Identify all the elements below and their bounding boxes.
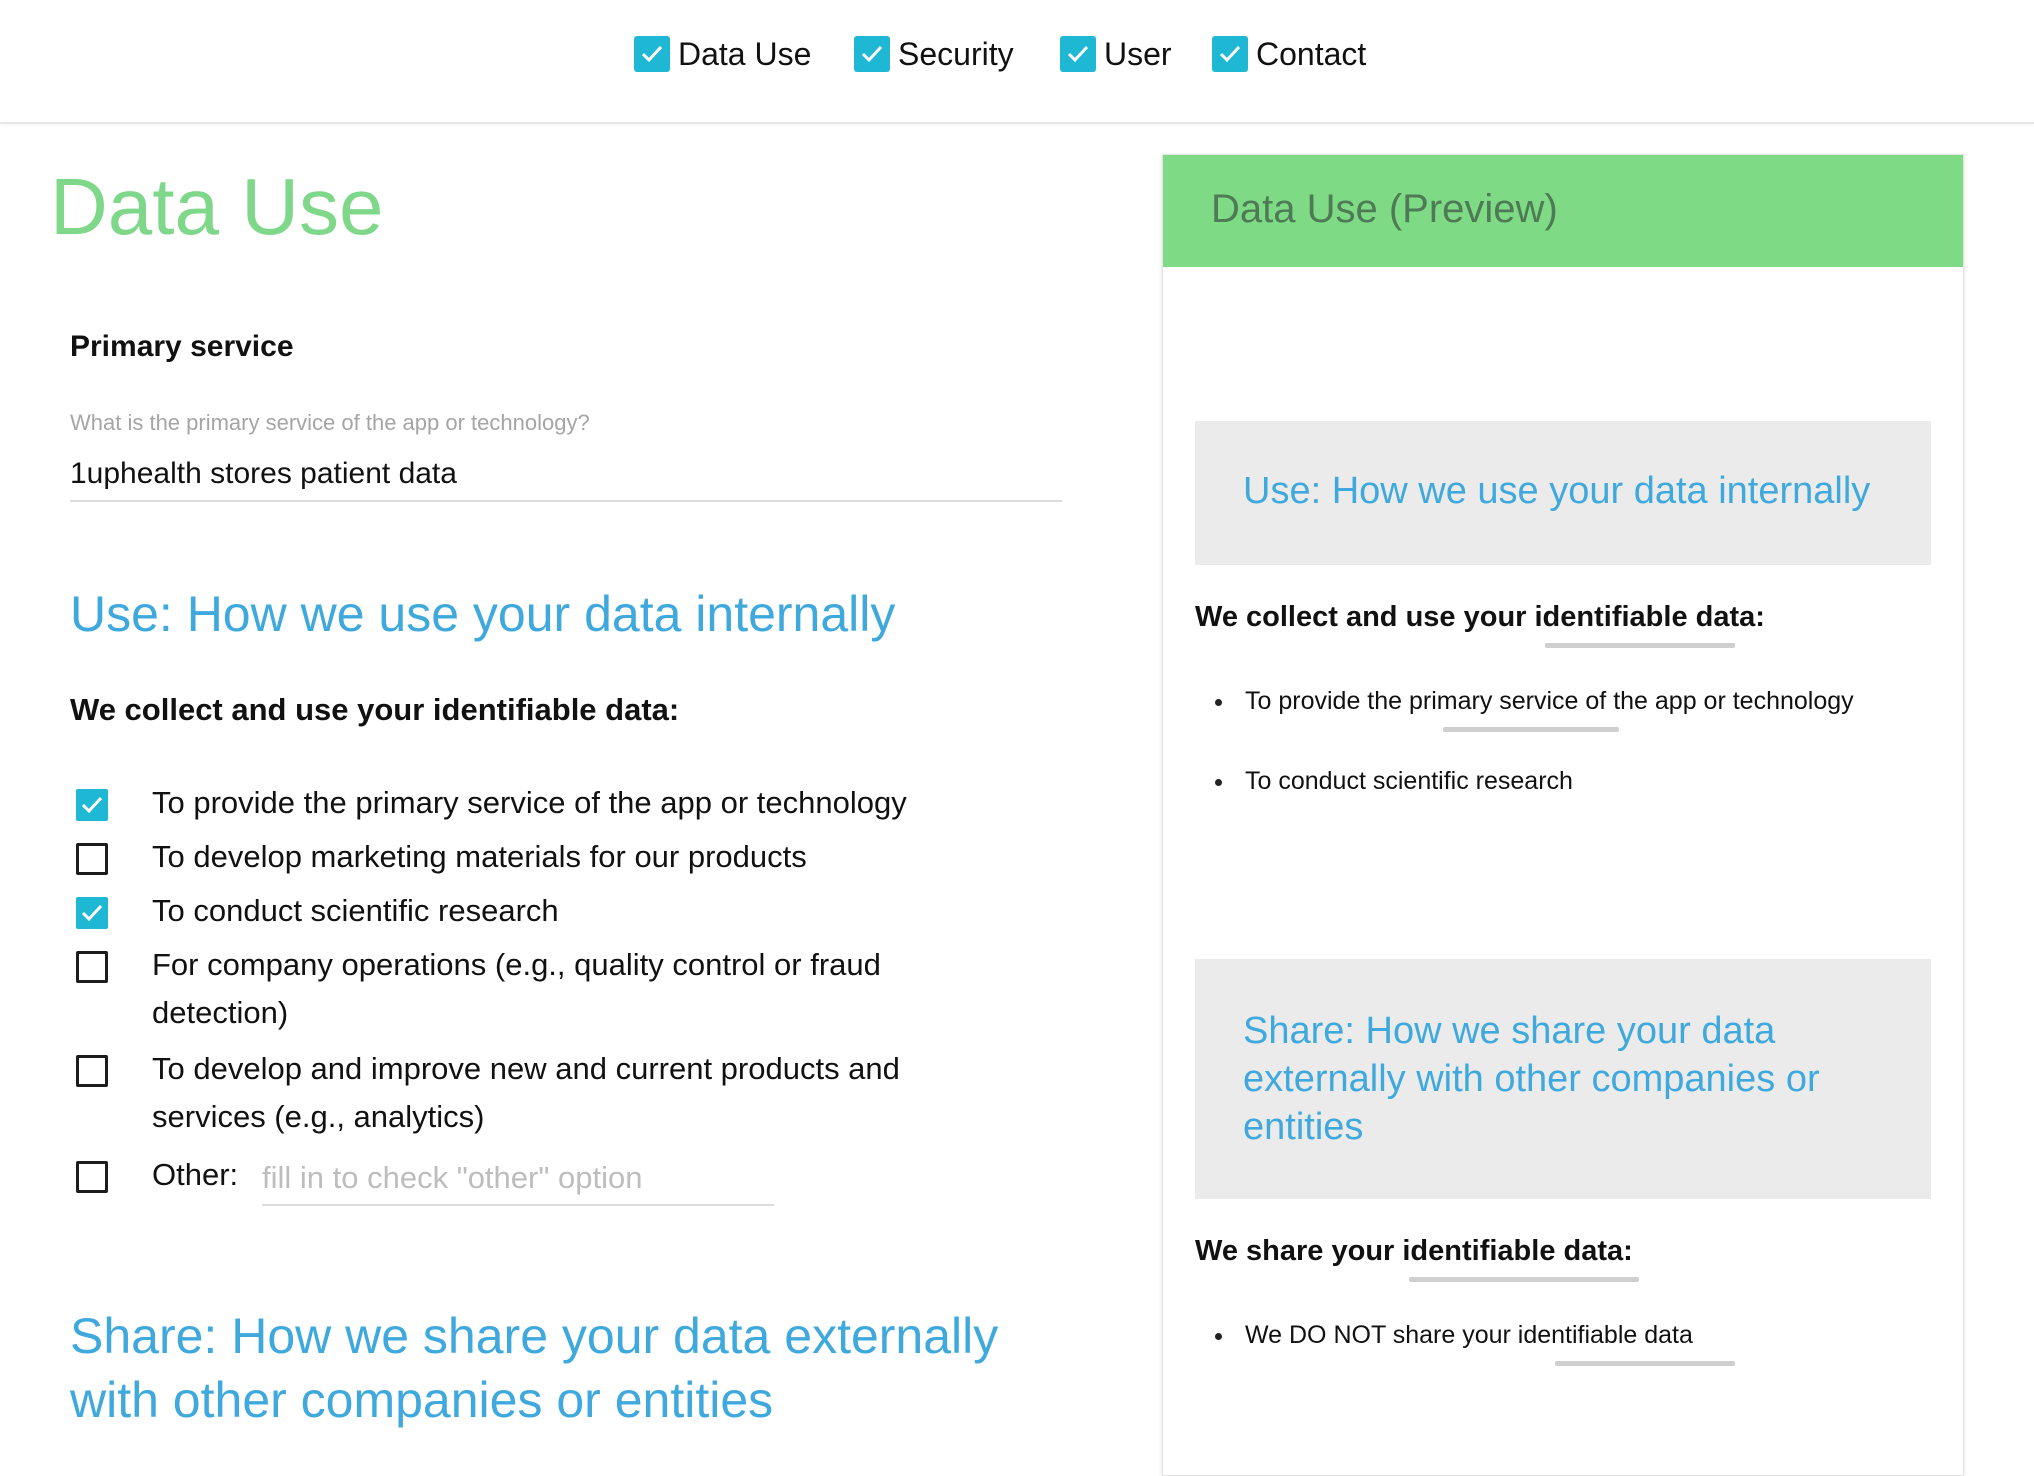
option-label: For company operations (e.g., quality co… [152,947,881,1030]
option-label: To provide the primary service of the ap… [152,785,907,820]
primary-service-hint: What is the primary service of the app o… [70,410,590,435]
top-nav: Data Use Security User Contact [0,0,2034,124]
share-section-heading: Share: How we share your data externally… [70,1308,999,1428]
check-icon [861,45,883,63]
option-label: To develop marketing materials for our p… [152,839,807,874]
option-label: To conduct scientific research [152,893,559,928]
highlight-underline [1555,1361,1735,1366]
highlight-underline [1409,1277,1639,1282]
checkbox[interactable] [76,1055,108,1087]
preview-use-title: Use: How we use your data internally [1243,470,1871,512]
nav-item-security[interactable]: Security [854,34,1014,74]
other-option-input[interactable] [262,1152,774,1206]
nav-label: Security [898,35,1014,72]
nav-item-user[interactable]: User [1060,34,1172,74]
preview-use-bullet: To conduct scientific research [1215,767,1573,795]
check-icon [1067,45,1089,63]
preview-panel: Data Use (Preview) Use: How we use your … [1162,154,1964,1476]
check-icon [81,796,103,814]
highlight-underline [1545,643,1735,648]
other-label: Other: [152,1157,239,1192]
use-option-research[interactable]: To conduct scientific research [76,893,952,935]
use-section-heading: Use: How we use your data internally [70,586,896,642]
nav-checkbox[interactable] [854,36,890,72]
use-option-other[interactable]: Other: [76,1157,252,1199]
preview-share-bullet: We DO NOT share your identifiable data [1215,1321,1693,1349]
check-icon [641,45,663,63]
nav-label: Data Use [678,35,812,72]
checkbox[interactable] [76,951,108,983]
nav-item-data-use[interactable]: Data Use [634,34,811,74]
check-icon [81,904,103,922]
checkbox[interactable] [76,897,108,929]
nav-checkbox[interactable] [1212,36,1248,72]
checkbox[interactable] [76,1161,108,1193]
preview-title: Data Use (Preview) [1211,187,1558,231]
highlight-underline [1443,727,1619,732]
use-option-company-operations[interactable]: For company operations (e.g., quality co… [76,947,912,1037]
primary-service-heading: Primary service [70,330,294,363]
primary-service-input[interactable] [70,448,1062,502]
page-title: Data Use [50,162,384,251]
checkbox[interactable] [76,789,108,821]
check-icon [1219,45,1241,63]
nav-label: Contact [1256,35,1367,72]
preview-share-subheading: We share your identifiable data: [1195,1235,1633,1267]
nav-item-contact[interactable]: Contact [1212,34,1366,74]
preview-use-box: Use: How we use your data internally [1195,421,1931,565]
use-option-marketing[interactable]: To develop marketing materials for our p… [76,839,952,881]
preview-share-box: Share: How we share your data externally… [1195,959,1931,1199]
option-label: To develop and improve new and current p… [152,1051,900,1134]
use-option-products-analytics[interactable]: To develop and improve new and current p… [76,1051,952,1141]
preview-header: Data Use (Preview) [1163,155,1963,267]
preview-share-title: Share: How we share your data externally… [1243,1010,1820,1148]
use-option-primary-service[interactable]: To provide the primary service of the ap… [76,785,952,827]
use-subheading: We collect and use your identifiable dat… [70,692,680,727]
preview-use-subheading: We collect and use your identifiable dat… [1195,601,1765,633]
nav-label: User [1104,35,1172,72]
nav-checkbox[interactable] [1060,36,1096,72]
nav-checkbox[interactable] [634,36,670,72]
checkbox[interactable] [76,843,108,875]
preview-use-bullet: To provide the primary service of the ap… [1215,687,1854,715]
